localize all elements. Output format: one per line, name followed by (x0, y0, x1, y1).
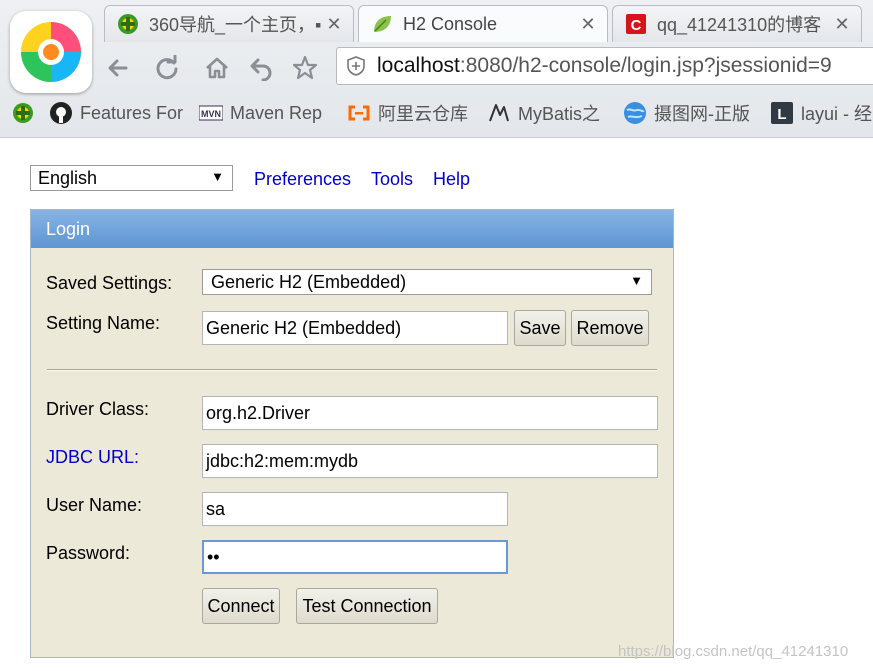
undo-icon[interactable] (246, 53, 276, 83)
aliyun-icon (347, 101, 371, 125)
svg-text:C: C (631, 17, 642, 34)
360-nav-icon (117, 13, 139, 35)
language-select[interactable]: English ▼ (30, 165, 233, 191)
360-nav-icon (11, 101, 35, 125)
reload-icon[interactable] (152, 53, 182, 83)
bookmark-maven[interactable]: MVN Maven Rep (199, 99, 337, 127)
password-field[interactable]: •• (202, 540, 508, 574)
bookmark-label: Features For (80, 102, 184, 123)
close-icon[interactable]: ✕ (325, 14, 343, 35)
bookmark-label: MyBatis之 (518, 104, 601, 124)
layui-icon: L (770, 101, 794, 125)
shield-icon (347, 56, 365, 76)
leaf-icon (371, 13, 393, 35)
mybatis-icon (487, 101, 511, 125)
user-name-field[interactable]: sa (202, 492, 508, 526)
remove-button[interactable]: Remove (571, 310, 649, 346)
url-host: localhost (377, 54, 460, 77)
url-path: :8080/h2-console/login.jsp?jsessionid=9 (459, 54, 832, 77)
github-icon (49, 101, 73, 125)
tools-link[interactable]: Tools (371, 169, 413, 190)
dropdown-arrow-icon: ▼ (630, 273, 643, 288)
test-connection-button[interactable]: Test Connection (296, 588, 438, 624)
connect-button[interactable]: Connect (202, 588, 280, 624)
maven-icon: MVN (199, 101, 223, 125)
csdn-icon: C (625, 13, 647, 35)
bookmark-label: 摄图网-正版 (654, 104, 750, 124)
user-name-label: User Name: (46, 495, 143, 515)
login-panel: Login Saved Settings: Generic H2 (Embedd… (30, 209, 674, 658)
home-icon[interactable] (202, 53, 232, 83)
password-label: Password: (46, 543, 131, 563)
tab-title: H2 Console (403, 13, 498, 34)
globe-icon (623, 101, 647, 125)
back-icon[interactable] (103, 53, 133, 83)
close-icon[interactable]: ✕ (833, 14, 851, 35)
tab-360-nav[interactable]: 360导航_一个主页，▪ ✕ (104, 5, 354, 42)
address-bar[interactable]: localhost:8080/h2-console/login.jsp?jses… (336, 47, 873, 85)
svg-text:L: L (777, 106, 786, 123)
jdbc-url-link[interactable]: JDBC URL: (46, 447, 139, 468)
saved-settings-label: Saved Settings: (46, 273, 173, 293)
tab-title: 360导航_一个主页，▪ (149, 15, 322, 35)
bookmark-mybatis[interactable]: MyBatis之 (487, 99, 611, 127)
setting-name-field[interactable]: Generic H2 (Embedded) (202, 311, 508, 345)
help-link[interactable]: Help (433, 169, 470, 190)
driver-class-label: Driver Class: (46, 399, 150, 419)
bookmark-sheto[interactable]: 摄图网-正版 (623, 99, 757, 127)
driver-class-field[interactable]: org.h2.Driver (202, 396, 658, 430)
divider (47, 369, 657, 371)
language-value: English (38, 167, 98, 188)
browser-chrome: 360导航_一个主页，▪ ✕ H2 Console ✕ C qq_4124131… (0, 0, 873, 138)
watermark: https://blog.csdn.net/qq_41241310 (618, 643, 849, 660)
star-icon[interactable] (290, 53, 320, 83)
save-button[interactable]: Save (514, 310, 566, 346)
bookmark-aliyun[interactable]: 阿里云仓库 (347, 99, 473, 127)
bookmark-layui[interactable]: L layui - 经 (770, 99, 873, 127)
navigation-bar: localhost:8080/h2-console/login.jsp?jses… (100, 47, 873, 87)
close-icon[interactable]: ✕ (579, 14, 597, 35)
tab-csdn-blog[interactable]: C qq_41241310的博客 ✕ (612, 5, 862, 42)
dropdown-arrow-icon: ▼ (211, 169, 224, 184)
bookmark-label: 阿里云仓库 (378, 104, 468, 124)
login-header: Login (31, 210, 673, 248)
tab-h2-console[interactable]: H2 Console ✕ (358, 5, 608, 42)
saved-settings-select[interactable]: Generic H2 (Embedded) ▼ (202, 269, 652, 295)
bookmarks-bar: Features For MVN Maven Rep 阿里云仓库 MyBatis… (0, 95, 873, 133)
bookmark-360[interactable] (11, 99, 42, 127)
bookmark-features[interactable]: Features For (49, 99, 189, 127)
svg-text:MVN: MVN (201, 109, 221, 119)
saved-settings-value: Generic H2 (Embedded) (211, 271, 407, 292)
jdbc-url-field[interactable]: jdbc:h2:mem:mydb (202, 444, 658, 478)
preferences-link[interactable]: Preferences (254, 169, 351, 190)
setting-name-label: Setting Name: (46, 313, 161, 333)
bookmark-label: Maven Rep (230, 102, 323, 123)
browser-logo-icon[interactable] (10, 11, 92, 93)
tab-title: qq_41241310的博客 (657, 15, 822, 35)
bookmark-label: layui - 经 (801, 104, 873, 124)
tab-strip: 360导航_一个主页，▪ ✕ H2 Console ✕ C qq_4124131… (100, 0, 873, 44)
